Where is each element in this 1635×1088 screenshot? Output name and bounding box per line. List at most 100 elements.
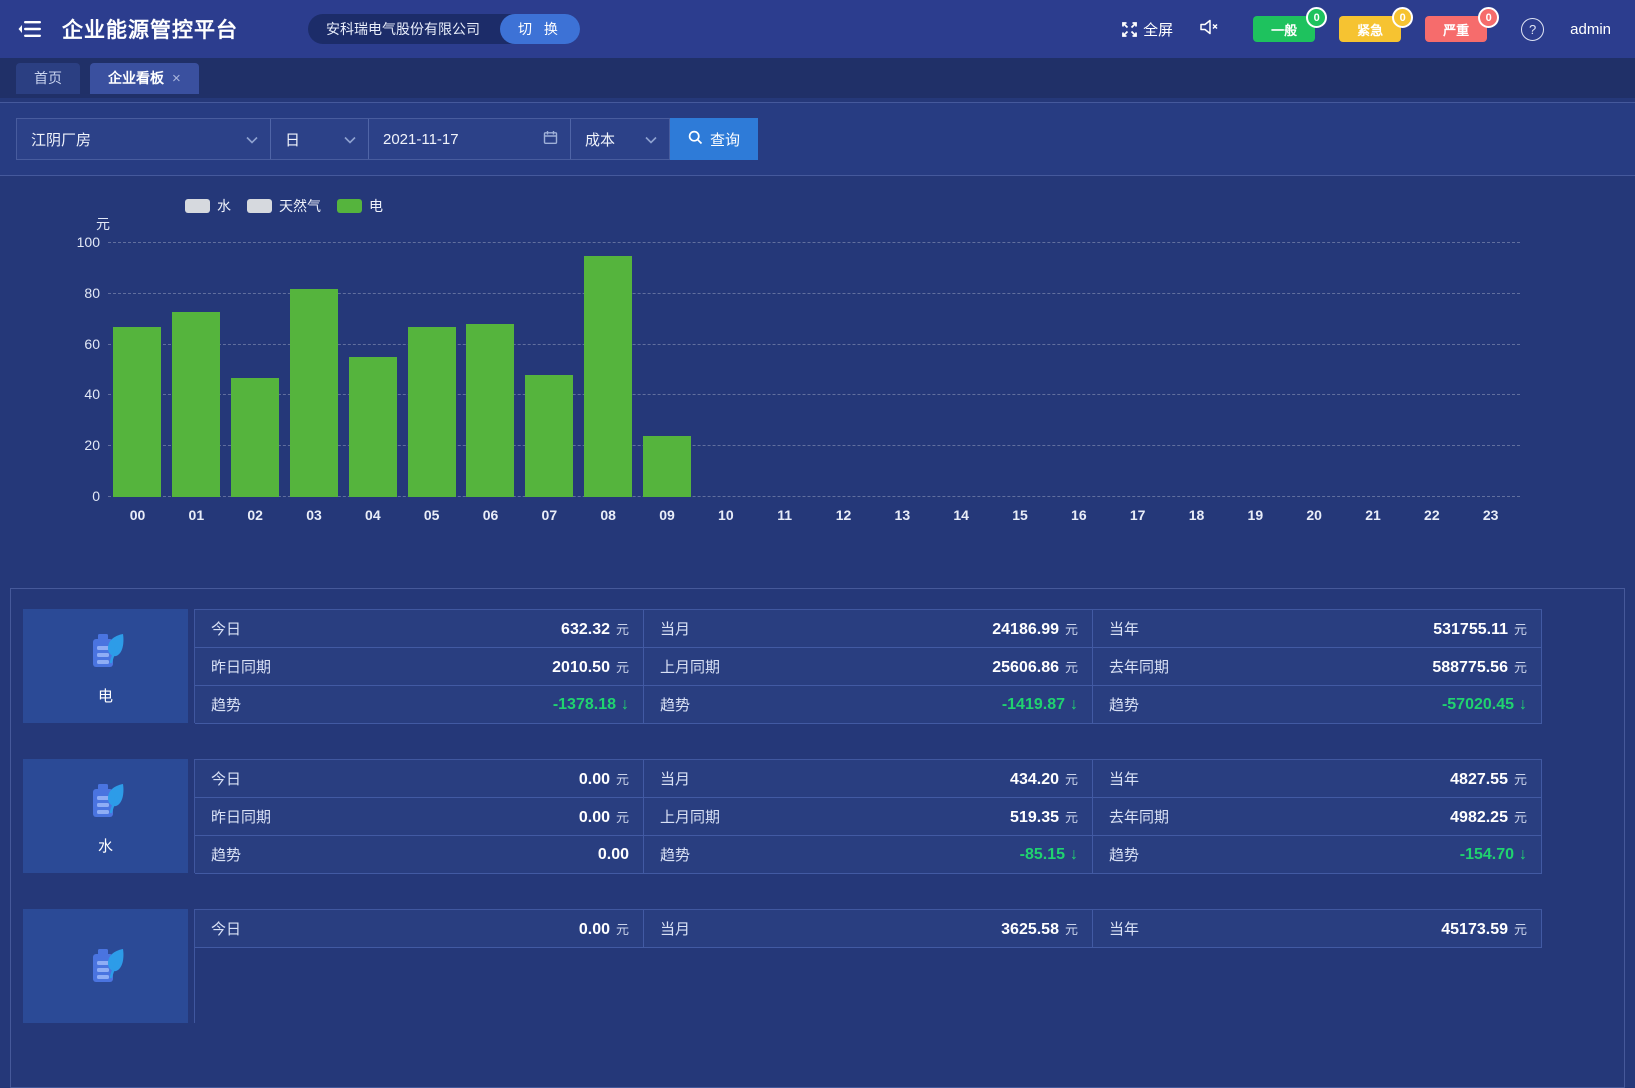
cell-label: 昨日同期 bbox=[211, 656, 271, 677]
bar[interactable] bbox=[290, 289, 338, 497]
energy-card: 今日 0.00元 当月 3625.58元当年45173.59元 bbox=[23, 909, 1612, 1023]
y-tick-label: 60 bbox=[40, 336, 100, 352]
energy-card-tile[interactable] bbox=[23, 909, 188, 1023]
bar[interactable] bbox=[408, 327, 456, 497]
x-tick-label: 21 bbox=[1344, 507, 1403, 523]
collapse-menu-icon[interactable] bbox=[16, 15, 44, 43]
cell-value-wrap: 3625.58元 bbox=[1001, 919, 1078, 939]
y-tick-label: 100 bbox=[40, 234, 100, 250]
trend-down-icon: ↓ bbox=[1519, 696, 1527, 713]
cell-value-wrap: -1419.87↓ bbox=[1002, 696, 1078, 714]
y-tick-label: 0 bbox=[40, 488, 100, 504]
date-picker[interactable]: 2021-11-17 bbox=[369, 119, 571, 159]
y-tick-label: 20 bbox=[40, 437, 100, 453]
table-cell: 趋势 -1419.87↓ bbox=[644, 686, 1093, 724]
bar[interactable] bbox=[113, 327, 161, 497]
bar[interactable] bbox=[525, 375, 573, 497]
bar[interactable] bbox=[466, 324, 514, 497]
x-tick-label: 07 bbox=[520, 507, 579, 523]
period-select-value: 日 bbox=[285, 129, 300, 150]
cell-value-wrap: 531755.11元 bbox=[1433, 619, 1527, 639]
alarm-button[interactable]: 严重0 bbox=[1425, 16, 1487, 42]
legend-label: 天然气 bbox=[279, 196, 321, 216]
legend-item[interactable]: 电 bbox=[337, 196, 383, 216]
username[interactable]: admin bbox=[1570, 21, 1611, 38]
x-tick-label: 22 bbox=[1402, 507, 1461, 523]
cell-value: -85.15 bbox=[1020, 846, 1065, 863]
close-icon[interactable]: × bbox=[172, 70, 181, 87]
cell-unit: 元 bbox=[1514, 772, 1527, 787]
chart-plot-area bbox=[108, 243, 1520, 497]
x-tick-label: 16 bbox=[1049, 507, 1108, 523]
metric-select[interactable]: 成本 bbox=[571, 119, 669, 159]
cell-value-wrap: -154.70↓ bbox=[1460, 846, 1527, 864]
tab[interactable]: 首页 bbox=[16, 63, 80, 94]
table-cell: 当年4827.55元 bbox=[1093, 760, 1542, 798]
chevron-down-icon bbox=[645, 131, 657, 148]
cell-label: 趋势 bbox=[211, 694, 241, 715]
y-axis-unit: 元 bbox=[40, 214, 110, 234]
bar[interactable] bbox=[349, 357, 397, 497]
bar[interactable] bbox=[231, 378, 279, 497]
y-tick-label: 80 bbox=[40, 285, 100, 301]
cell-value-wrap: 434.20元 bbox=[1010, 769, 1078, 789]
metric-select-value: 成本 bbox=[585, 129, 615, 150]
energy-card-label: 电 bbox=[98, 685, 113, 706]
query-button[interactable]: 查询 bbox=[670, 118, 758, 160]
cell-unit: 元 bbox=[1514, 810, 1527, 825]
energy-card: 电今日632.32元当月24186.99元当年531755.11元昨日同期201… bbox=[23, 609, 1612, 723]
cell-label: 去年同期 bbox=[1109, 656, 1169, 677]
table-cell: 当年45173.59元 bbox=[1093, 910, 1542, 948]
energy-card-tile[interactable]: 水 bbox=[23, 759, 188, 873]
cell-value-wrap: 0.00元 bbox=[579, 919, 629, 939]
mute-button[interactable] bbox=[1199, 18, 1219, 41]
trend-down-icon: ↓ bbox=[1070, 846, 1078, 863]
cell-label: 趋势 bbox=[660, 694, 690, 715]
period-select[interactable]: 日 bbox=[271, 119, 369, 159]
bar[interactable] bbox=[643, 436, 691, 497]
cell-label: 今日 bbox=[211, 918, 241, 939]
calendar-icon bbox=[543, 130, 558, 149]
trend-down-icon: ↓ bbox=[1519, 846, 1527, 863]
legend-swatch bbox=[185, 199, 210, 213]
help-icon[interactable]: ? bbox=[1521, 18, 1544, 41]
cell-label: 当月 bbox=[660, 918, 690, 939]
tab[interactable]: 企业看板× bbox=[90, 63, 199, 94]
alarm-button[interactable]: 一般0 bbox=[1253, 16, 1315, 42]
cell-label: 今日 bbox=[211, 768, 241, 789]
x-tick-label: 05 bbox=[402, 507, 461, 523]
cell-value: 0.00 bbox=[579, 809, 610, 826]
cell-value: 588775.56 bbox=[1432, 659, 1508, 676]
cell-unit: 元 bbox=[1065, 922, 1078, 937]
table-cell: 趋势-154.70↓ bbox=[1093, 836, 1542, 874]
bar[interactable] bbox=[584, 256, 632, 497]
legend-item[interactable]: 天然气 bbox=[247, 196, 321, 216]
cell-value-wrap: 0.00 bbox=[598, 846, 629, 864]
legend-item[interactable]: 水 bbox=[185, 196, 231, 216]
cell-label: 当年 bbox=[1109, 918, 1139, 939]
cell-label: 趋势 bbox=[1109, 694, 1139, 715]
cell-value: 4827.55 bbox=[1450, 771, 1508, 788]
cell-unit: 元 bbox=[1065, 810, 1078, 825]
y-tick-label: 40 bbox=[40, 386, 100, 402]
cell-value-wrap: 24186.99元 bbox=[992, 619, 1078, 639]
cell-unit: 元 bbox=[616, 622, 629, 637]
bar[interactable] bbox=[172, 312, 220, 497]
legend-label: 水 bbox=[217, 196, 231, 216]
x-tick-label: 18 bbox=[1167, 507, 1226, 523]
switch-company-button[interactable]: 切 换 bbox=[500, 14, 580, 44]
alarm-count-badge: 0 bbox=[1392, 7, 1413, 28]
cell-unit: 元 bbox=[1514, 660, 1527, 675]
fullscreen-label: 全屏 bbox=[1143, 19, 1173, 40]
chevron-down-icon bbox=[344, 131, 356, 148]
x-tick-label: 17 bbox=[1108, 507, 1167, 523]
site-select[interactable]: 江阴厂房 bbox=[17, 119, 271, 159]
energy-card-tile[interactable]: 电 bbox=[23, 609, 188, 723]
x-tick-label: 23 bbox=[1461, 507, 1520, 523]
fullscreen-button[interactable]: 全屏 bbox=[1121, 19, 1173, 40]
x-tick-label: 19 bbox=[1226, 507, 1285, 523]
x-tick-label: 01 bbox=[167, 507, 226, 523]
cell-label: 趋势 bbox=[211, 844, 241, 865]
alarm-button[interactable]: 紧急0 bbox=[1339, 16, 1401, 42]
x-tick-label: 12 bbox=[814, 507, 873, 523]
